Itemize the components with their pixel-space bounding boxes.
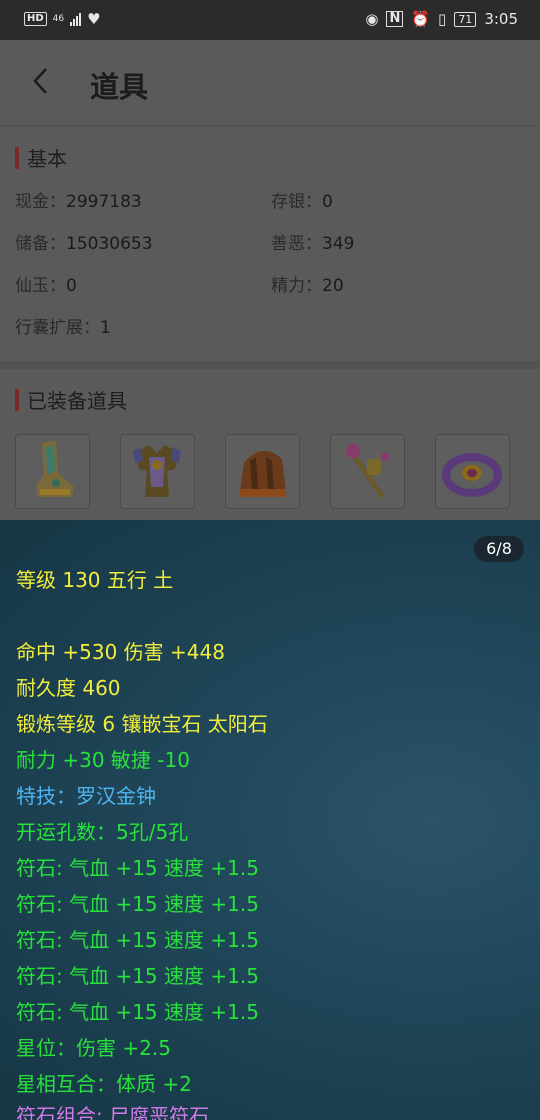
wand-icon: [346, 444, 389, 499]
field-value: 349: [322, 234, 355, 254]
detail-line: 特技：罗汉金钟: [16, 784, 156, 808]
equip-slot-armor[interactable]: [120, 434, 195, 509]
detail-line: 星相互合：体质 +2: [16, 1072, 192, 1096]
field-jade: 仙玉：0: [15, 271, 77, 296]
basic-section: 基本 现金：2997183 存银：0 储备：15030653 善恶：349 仙玉…: [0, 127, 540, 361]
equip-slot-wand[interactable]: [330, 434, 405, 509]
field-value: 2997183: [66, 192, 142, 212]
field-value: 1: [100, 318, 111, 338]
nfc-icon: N: [386, 11, 404, 27]
detail-line: 命中 +530 伤害 +448: [16, 640, 225, 664]
equip-slot-bracelet[interactable]: [435, 434, 510, 509]
detail-line: 锻炼等级 6 镶嵌宝石 太阳石: [16, 712, 268, 736]
field-deposit: 存银：0: [271, 187, 333, 212]
eye-comfort-icon: ◉: [365, 10, 379, 28]
boots-icon: [36, 441, 74, 497]
heart-rate-icon: ♥: [87, 10, 101, 28]
equipped-section: 已装备道具: [0, 369, 540, 520]
detail-line: 符石: 气血 +15 速度 +1.5: [16, 928, 259, 952]
network-type: 46: [52, 13, 65, 24]
status-right: ◉ N ⏰ ▯ 71 3:05: [365, 10, 518, 28]
helmet-icon: [240, 450, 286, 497]
section-divider: [0, 361, 540, 369]
alarm-icon: ⏰: [411, 10, 431, 28]
app-header: 道具: [0, 40, 540, 126]
field-bag-expansion: 行囊扩展：1: [15, 313, 111, 338]
field-label: 仙玉：: [15, 276, 66, 296]
detail-line: 符石: 气血 +15 速度 +1.5: [16, 856, 259, 880]
field-karma: 善恶：349: [271, 229, 354, 254]
status-left: HD 46 ♥: [24, 10, 101, 28]
bracelet-icon: [442, 453, 502, 497]
page-title: 道具: [90, 70, 149, 104]
field-cash: 现金：2997183: [15, 187, 142, 212]
signal-icon: [70, 12, 82, 26]
detail-line: 符石组合: 尸腐恶符石: [16, 1104, 210, 1120]
field-value: 0: [322, 192, 333, 212]
clock-time: 3:05: [484, 10, 518, 28]
field-label: 精力：: [271, 276, 322, 296]
field-label: 善恶：: [271, 234, 322, 254]
detail-line: 符石: 气血 +15 速度 +1.5: [16, 1000, 259, 1024]
field-label: 存银：: [271, 192, 322, 212]
detail-line: 等级 130 五行 土: [16, 568, 174, 592]
hd-indicator: HD: [24, 12, 47, 26]
field-value: 20: [322, 276, 344, 296]
detail-line: 开运孔数：5孔/5孔: [16, 820, 189, 844]
field-value: 15030653: [66, 234, 153, 254]
equip-slot-helmet[interactable]: [225, 434, 300, 509]
detail-line: 星位：伤害 +2.5: [16, 1036, 171, 1060]
field-reserve: 储备：15030653: [15, 229, 153, 254]
section-header: 已装备道具: [15, 385, 127, 414]
back-arrow-icon[interactable]: [30, 66, 52, 96]
detail-line: 符石: 气血 +15 速度 +1.5: [16, 892, 259, 916]
detail-line: 耐久度 460: [16, 676, 121, 700]
field-value: 0: [66, 276, 77, 296]
page-indicator: 6/8: [474, 536, 524, 562]
battery-icon: 71: [454, 11, 477, 27]
section-marker: [15, 146, 19, 169]
field-label: 行囊扩展：: [15, 318, 100, 338]
armor-icon: [133, 445, 181, 497]
section-title: 基本: [27, 147, 67, 171]
section-title: 已装备道具: [27, 389, 127, 413]
vibrate-icon: ▯: [438, 10, 447, 28]
field-energy: 精力：20: [271, 271, 344, 296]
field-label: 储备：: [15, 234, 66, 254]
equip-slot-boots[interactable]: [15, 434, 90, 509]
section-header: 基本: [15, 143, 67, 172]
field-label: 现金：: [15, 192, 66, 212]
detail-line: 符石: 气血 +15 速度 +1.5: [16, 964, 259, 988]
section-marker: [15, 388, 19, 411]
status-bar: HD 46 ♥ ◉ N ⏰ ▯ 71 3:05: [0, 0, 540, 40]
item-detail-tooltip: 6/8 等级 130 五行 土 命中 +530 伤害 +448 耐久度 460 …: [0, 520, 540, 1120]
detail-line: 耐力 +30 敏捷 -10: [16, 748, 190, 772]
